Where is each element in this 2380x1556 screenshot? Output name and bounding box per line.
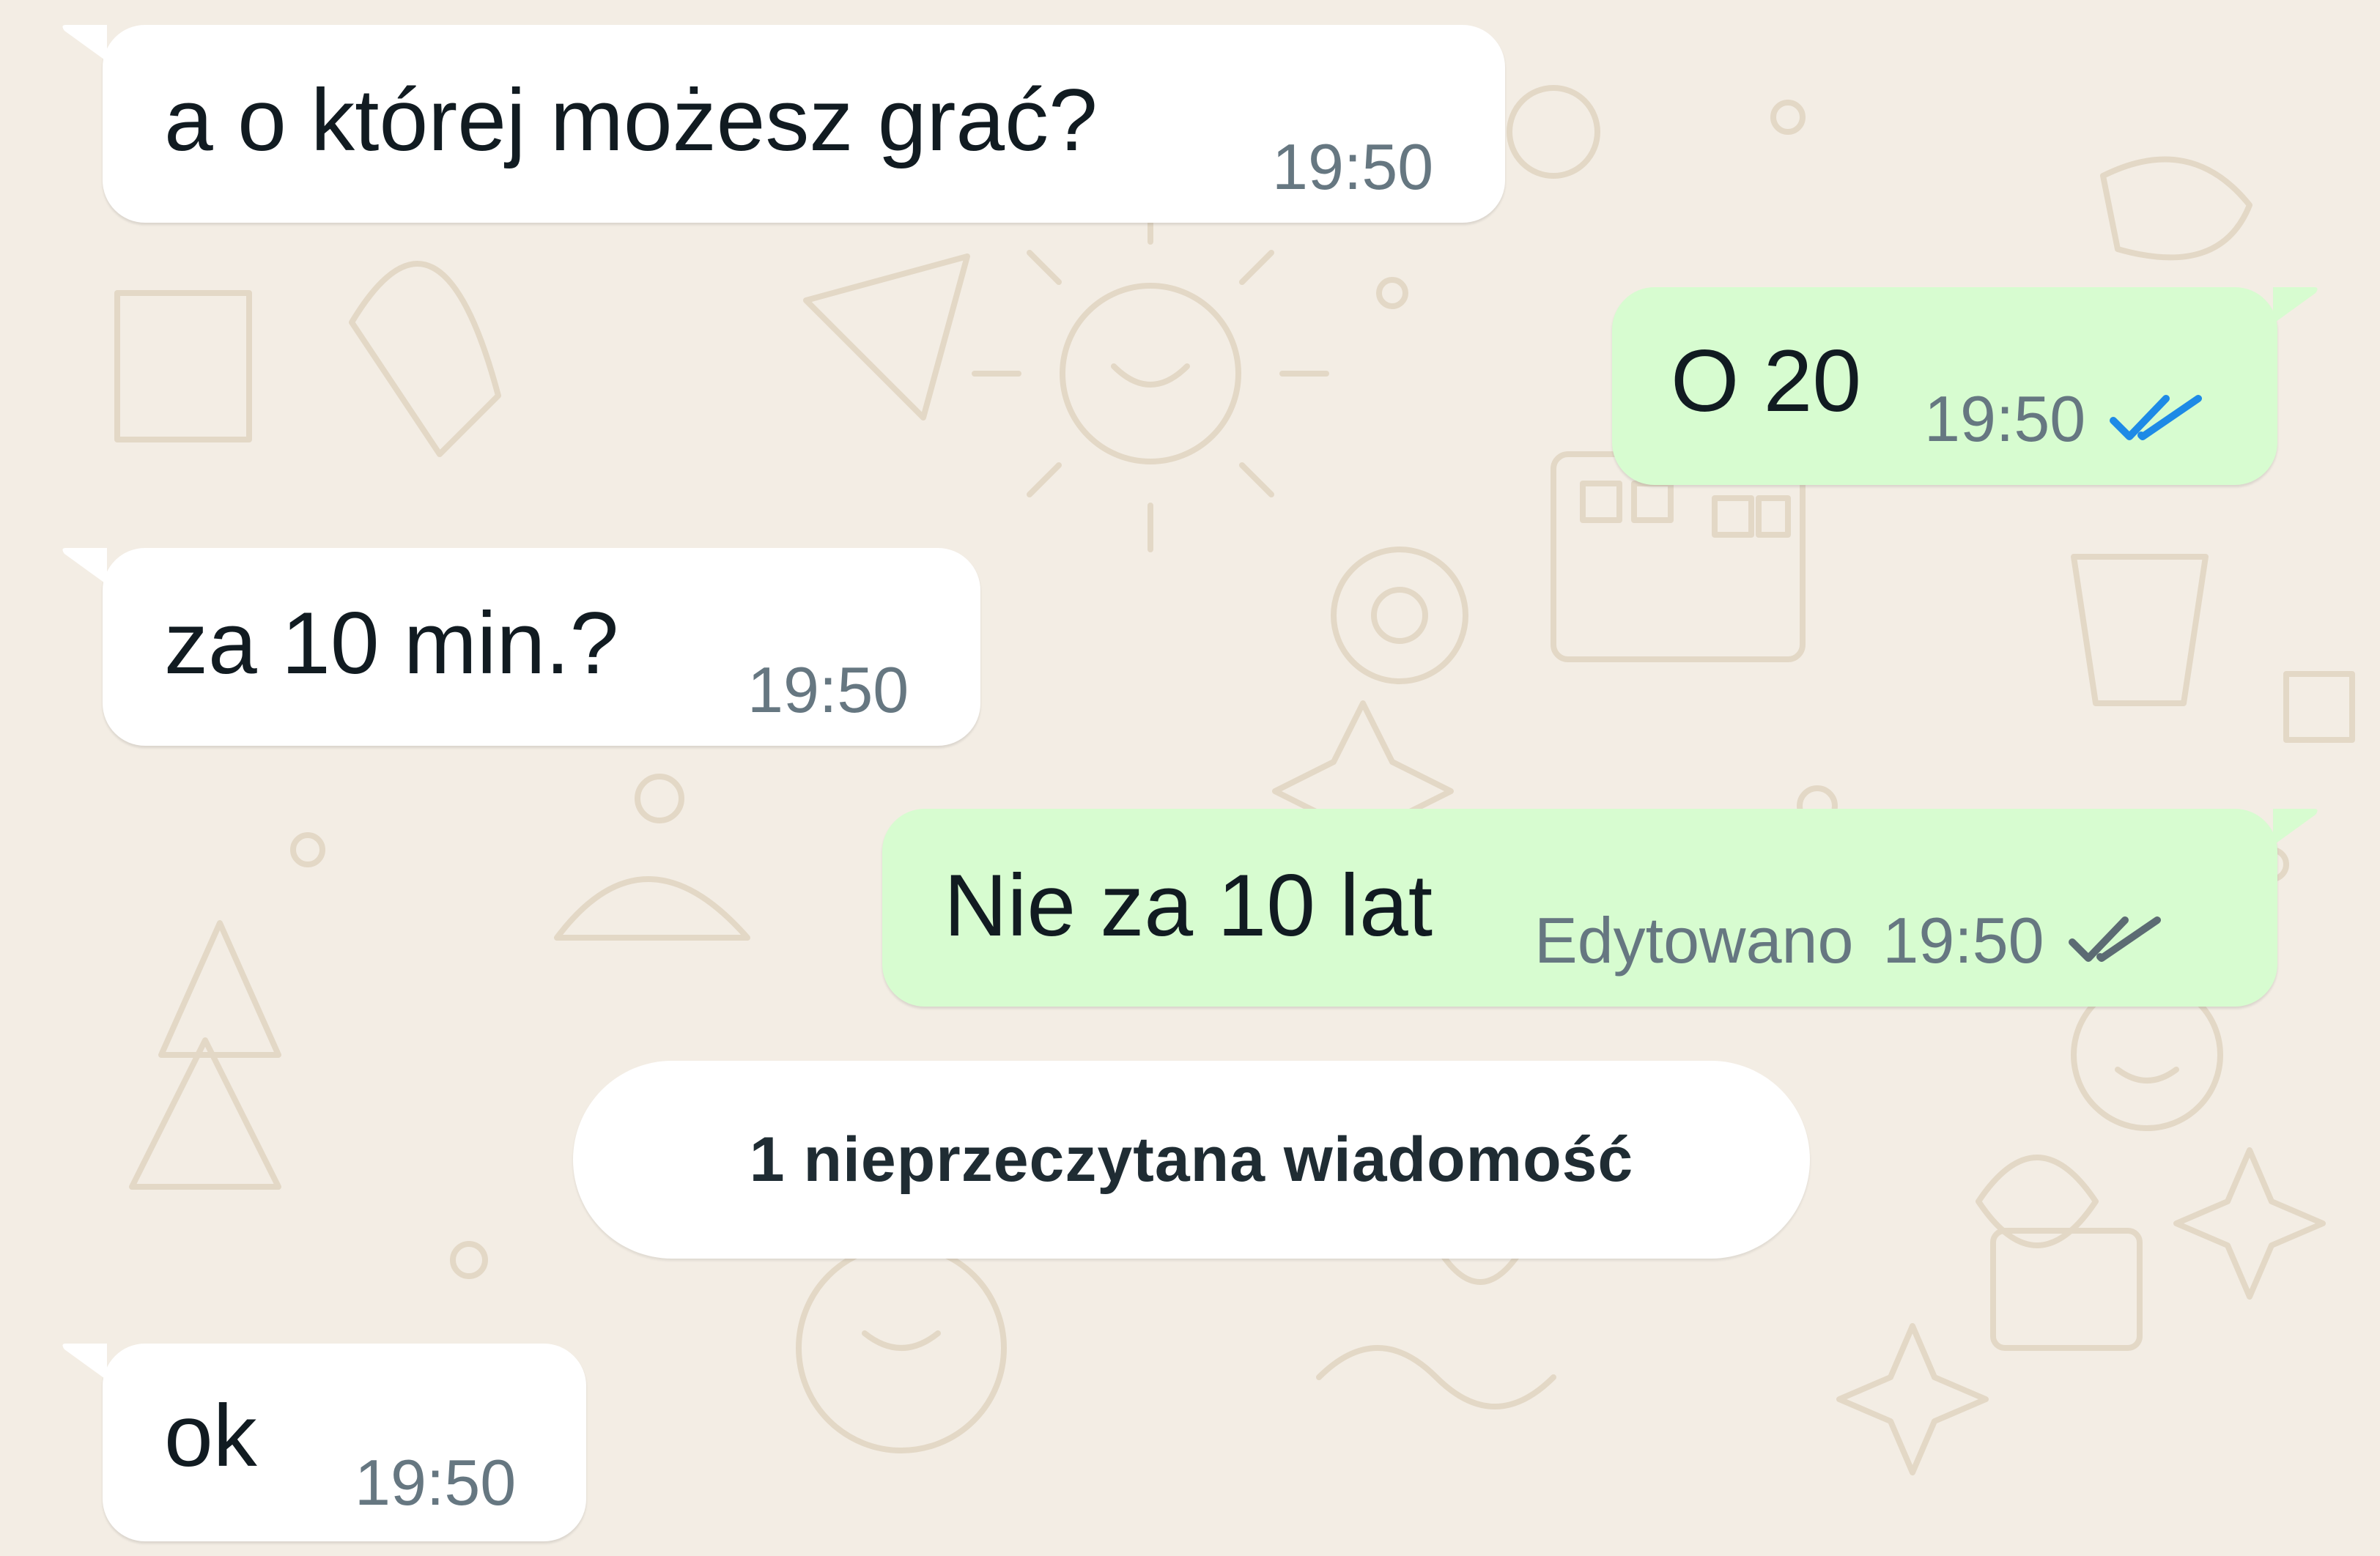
message-meta: Edytowano 19:50 [1534,908,2169,973]
message-text: O 20 [1671,332,1862,430]
bubble-tail [2273,809,2318,845]
double-check-delivered-icon [2068,916,2161,962]
message-meta: 19:50 [1924,387,2210,451]
edited-label: Edytowano [1534,904,1854,977]
message-text: a o której możesz grać? [164,71,1098,169]
message-time: 19:50 [1272,130,1434,203]
unread-messages-divider: 1 nieprzeczytana wiadomość [573,1061,1810,1259]
bubble-tail [62,1344,107,1380]
bubble-tail [62,25,107,62]
message-incoming[interactable]: ok 19:50 [62,1344,586,1541]
bubble-tail [62,548,107,585]
message-incoming[interactable]: a o której możesz grać? 19:50 [62,25,1505,223]
message-outgoing[interactable]: Nie za 10 lat Edytowano 19:50 [882,809,2318,1007]
bubble-tail [2273,287,2318,324]
message-time: 19:50 [747,653,909,726]
message-outgoing[interactable]: O 20 19:50 [1612,287,2318,485]
message-time: 19:50 [1924,382,2086,455]
message-time: 19:50 [1882,904,2044,977]
message-time: 19:50 [355,1446,517,1519]
chat-wallpaper [114,85,2355,1475]
unread-messages-label: 1 nieprzeczytana wiadomość [749,1124,1634,1195]
message-text: ok [164,1387,257,1485]
double-check-read-icon [2110,395,2203,440]
message-text: Nie za 10 lat [944,856,1433,955]
message-text: za 10 min.? [164,594,619,692]
message-incoming[interactable]: za 10 min.? 19:50 [62,548,980,746]
